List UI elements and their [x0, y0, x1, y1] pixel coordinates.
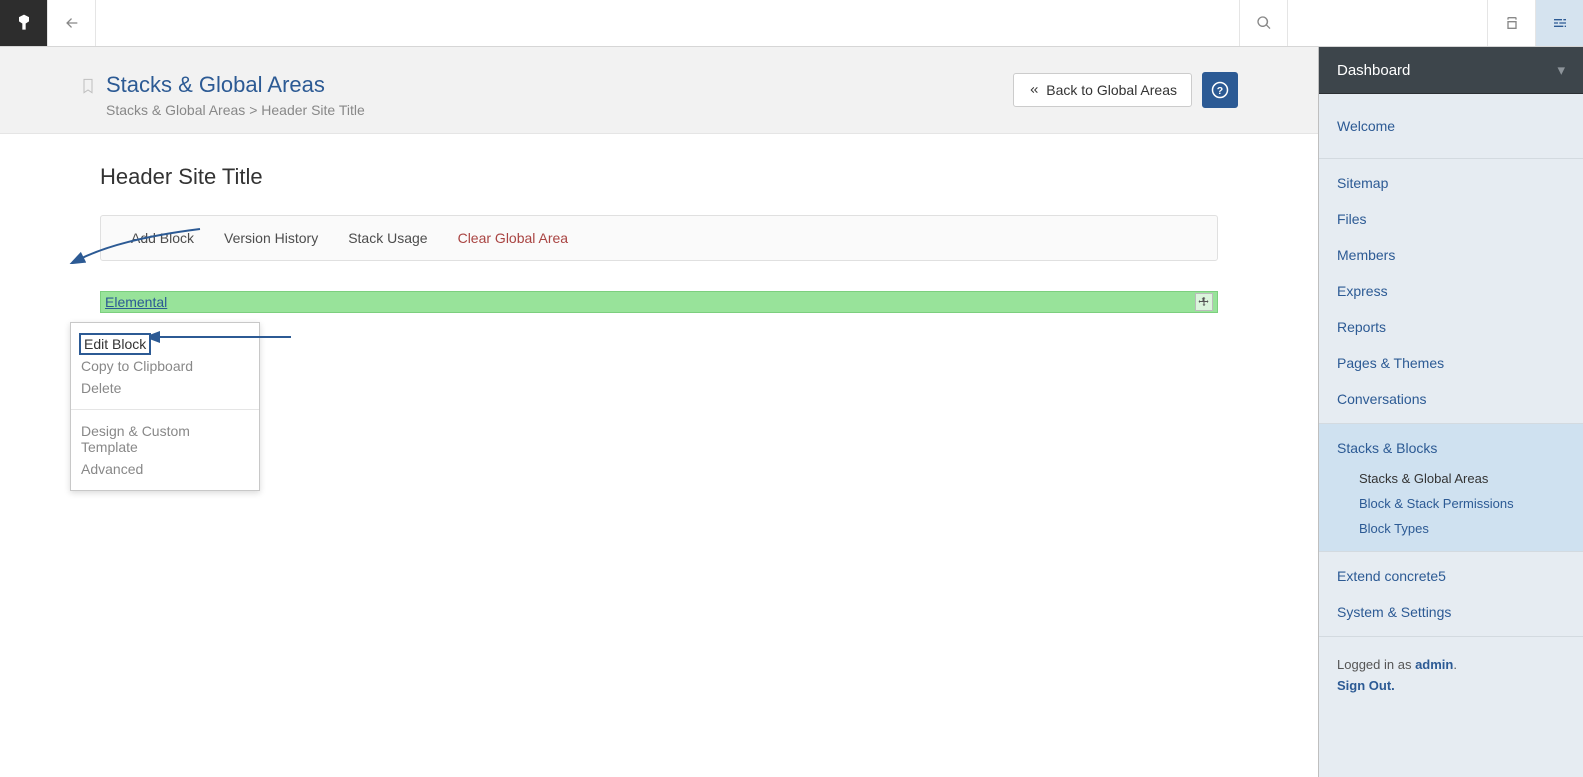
block-context-menu: Edit Block Copy to Clipboard Delete Desi…	[70, 322, 260, 491]
help-icon: ?	[1211, 81, 1229, 99]
back-button[interactable]	[48, 0, 96, 46]
chevron-double-left-icon	[1028, 84, 1040, 96]
sliders-icon	[1552, 15, 1568, 31]
settings-button[interactable]	[1535, 0, 1583, 46]
caret-down-icon: ▾	[1557, 61, 1565, 79]
stack-usage-button[interactable]: Stack Usage	[348, 230, 427, 246]
body: Header Site Title Add Block Version Hist…	[0, 134, 1318, 343]
nav-welcome[interactable]: Welcome	[1337, 108, 1565, 144]
search-button[interactable]	[1239, 0, 1287, 46]
back-arrow-icon	[64, 15, 80, 31]
nav-stacks-global-areas[interactable]: Stacks & Global Areas	[1359, 466, 1565, 491]
logged-in-suffix: .	[1453, 657, 1457, 672]
menu-delete[interactable]: Delete	[79, 377, 251, 399]
nav-conversations[interactable]: Conversations	[1337, 381, 1565, 417]
menu-copy-clipboard[interactable]: Copy to Clipboard	[79, 355, 251, 377]
logo-button[interactable]	[0, 0, 48, 46]
nav-system-settings[interactable]: System & Settings	[1337, 594, 1565, 630]
page-header: Stacks & Global Areas Stacks & Global Ar…	[0, 47, 1318, 134]
toolbar-spacer	[96, 0, 1239, 46]
logged-in-prefix: Logged in as	[1337, 657, 1415, 672]
stack-actions-toolbar: Add Block Version History Stack Usage Cl…	[100, 215, 1218, 261]
top-toolbar	[0, 0, 1583, 47]
svg-text:?: ?	[1217, 85, 1223, 97]
nav-sitemap[interactable]: Sitemap	[1337, 165, 1565, 201]
nav-members[interactable]: Members	[1337, 237, 1565, 273]
breadcrumb-root[interactable]: Stacks & Global Areas	[106, 102, 245, 118]
page-title[interactable]: Stacks & Global Areas	[106, 72, 1013, 98]
nav-stacks-blocks[interactable]: Stacks & Blocks	[1337, 430, 1565, 466]
breadcrumb-separator: >	[249, 102, 257, 118]
block-label: Elemental	[105, 294, 167, 310]
dashboard-header[interactable]: Dashboard ▾	[1319, 47, 1583, 94]
move-handle[interactable]	[1195, 293, 1213, 311]
nav-extend-concrete5[interactable]: Extend concrete5	[1337, 558, 1565, 594]
admin-link[interactable]: admin	[1415, 657, 1453, 672]
dashboard-footer: Logged in as admin. Sign Out.	[1319, 637, 1583, 713]
back-button-label: Back to Global Areas	[1046, 82, 1177, 98]
breadcrumb-current: Header Site Title	[261, 102, 365, 118]
bookmark-icon[interactable]	[80, 76, 96, 99]
search-input-area[interactable]	[1287, 0, 1487, 46]
nav-reports[interactable]: Reports	[1337, 309, 1565, 345]
clipboard-button[interactable]	[1487, 0, 1535, 46]
sign-out-link[interactable]: Sign Out.	[1337, 678, 1565, 693]
menu-edit-block[interactable]: Edit Block	[79, 333, 151, 355]
help-button[interactable]: ?	[1202, 72, 1238, 108]
dashboard-title: Dashboard	[1337, 62, 1410, 79]
concrete5-logo-icon	[14, 13, 34, 33]
clear-global-area-button[interactable]: Clear Global Area	[458, 230, 569, 246]
nav-express[interactable]: Express	[1337, 273, 1565, 309]
search-icon	[1256, 15, 1272, 31]
clipboard-icon	[1504, 15, 1520, 31]
nav-block-stack-permissions[interactable]: Block & Stack Permissions	[1359, 491, 1565, 516]
breadcrumb: Stacks & Global Areas > Header Site Titl…	[106, 102, 1013, 118]
move-icon	[1198, 296, 1210, 308]
nav-block-types[interactable]: Block Types	[1359, 516, 1565, 541]
add-block-button[interactable]: Add Block	[131, 230, 194, 246]
dashboard-panel: Dashboard ▾ Welcome Sitemap Files Member…	[1318, 47, 1583, 777]
back-to-global-areas-button[interactable]: Back to Global Areas	[1013, 73, 1192, 107]
stack-title: Header Site Title	[100, 164, 1218, 190]
version-history-button[interactable]: Version History	[224, 230, 318, 246]
elemental-block[interactable]: Elemental	[100, 291, 1218, 313]
menu-advanced[interactable]: Advanced	[79, 458, 251, 480]
menu-design-template[interactable]: Design & Custom Template	[79, 420, 251, 458]
nav-files[interactable]: Files	[1337, 201, 1565, 237]
nav-pages-themes[interactable]: Pages & Themes	[1337, 345, 1565, 381]
